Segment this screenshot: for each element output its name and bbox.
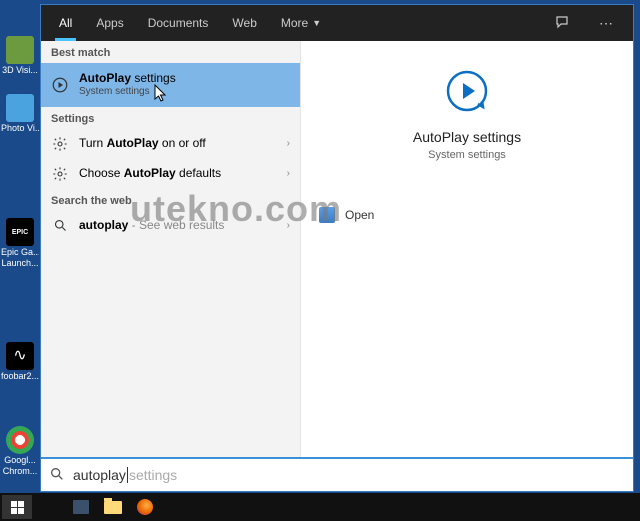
search-typed-text: autoplay <box>73 467 126 483</box>
tab-all[interactable]: All <box>47 5 84 41</box>
search-tabs: All Apps Documents Web More▼ ⋯ <box>41 5 633 41</box>
gear-icon <box>51 135 69 153</box>
result-autoplay-settings[interactable]: AutoPlay settings System settings <box>41 63 300 107</box>
chevron-right-icon: › <box>287 138 290 149</box>
cortana-button[interactable] <box>34 495 64 519</box>
start-button[interactable] <box>2 495 32 519</box>
firefox-icon <box>137 499 153 515</box>
search-panel: All Apps Documents Web More▼ ⋯ Best matc… <box>40 4 634 492</box>
desktop-icon-photoviewer[interactable]: Photo Vi... <box>2 94 38 146</box>
taskbar-app-1[interactable] <box>66 495 96 519</box>
firefox-button[interactable] <box>130 495 160 519</box>
chevron-down-icon: ▼ <box>312 18 321 28</box>
search-suggestion: settings <box>129 467 177 483</box>
desktop-icon-epic[interactable]: EPICEpic Ga...Launch... <box>2 218 38 270</box>
feedback-icon[interactable] <box>541 15 585 31</box>
preview-pane: AutoPlay settings System settings Open <box>301 41 633 457</box>
section-web: Search the web <box>41 189 300 211</box>
action-open[interactable]: Open <box>301 199 633 231</box>
result-choose-autoplay[interactable]: Choose AutoPlay defaults › <box>41 159 300 189</box>
result-web-autoplay[interactable]: autoplay - See web results › <box>41 211 300 241</box>
chevron-right-icon: › <box>287 220 290 231</box>
autoplay-large-icon <box>443 67 491 115</box>
gear-icon <box>51 165 69 183</box>
folder-icon <box>104 501 122 514</box>
desktop-icon-foobar[interactable]: ∿foobar2... <box>2 342 38 394</box>
result-turn-autoplay[interactable]: Turn AutoPlay on or off › <box>41 129 300 159</box>
search-icon <box>51 217 69 235</box>
desktop-icon-chrome[interactable]: Googl...Chrom... <box>2 426 38 478</box>
search-input[interactable]: autoplay settings <box>41 457 633 491</box>
search-icon <box>49 466 67 484</box>
tab-documents[interactable]: Documents <box>136 5 221 41</box>
desktop-icon-3dvision[interactable]: 3D Visi... <box>2 36 38 88</box>
windows-logo-icon <box>11 501 24 514</box>
chevron-right-icon: › <box>287 168 290 179</box>
desktop-icons: 3D Visi... Photo Vi... EPICEpic Ga...Lau… <box>2 36 40 478</box>
preview-subtitle: System settings <box>428 149 506 161</box>
autoplay-icon <box>51 76 69 94</box>
file-explorer-button[interactable] <box>98 495 128 519</box>
options-icon[interactable]: ⋯ <box>585 15 627 32</box>
tab-web[interactable]: Web <box>220 5 268 41</box>
taskbar <box>0 493 640 521</box>
tab-apps[interactable]: Apps <box>84 5 135 41</box>
section-best-match: Best match <box>41 41 300 63</box>
tab-more[interactable]: More▼ <box>269 5 333 41</box>
open-icon <box>319 207 335 223</box>
preview-title: AutoPlay settings <box>413 129 521 145</box>
results-list: Best match AutoPlay settings System sett… <box>41 41 301 457</box>
section-settings: Settings <box>41 107 300 129</box>
text-cursor <box>127 467 128 483</box>
